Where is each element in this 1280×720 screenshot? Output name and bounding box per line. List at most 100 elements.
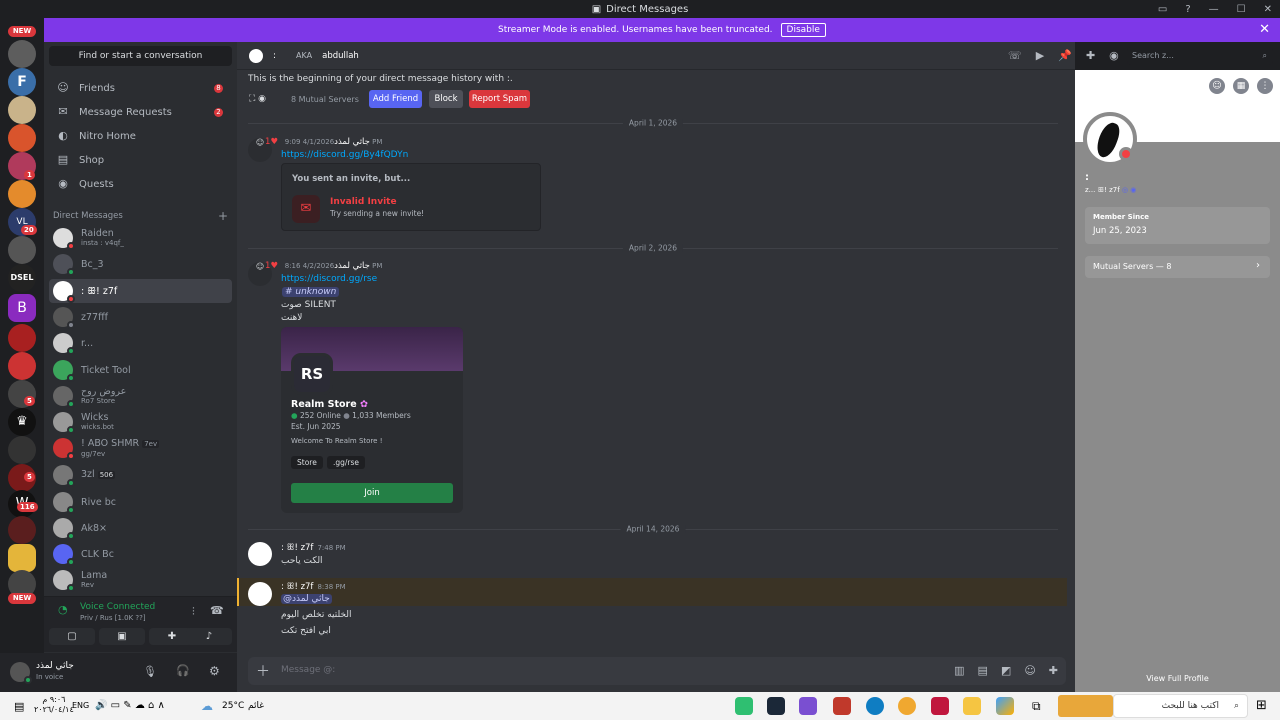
dm-item[interactable]: Bc_3 [49, 252, 232, 276]
pin-icon[interactable]: 📌 [1058, 49, 1072, 62]
dm-item-selected[interactable]: : ꕥ! z7f [49, 279, 232, 303]
server-icon[interactable] [8, 96, 36, 124]
message-author[interactable]: : ꕥ! z7f 8:38 PM [281, 582, 346, 592]
app-taskbar-icon[interactable] [931, 697, 949, 715]
server-icon[interactable] [8, 436, 36, 464]
join-button[interactable]: Join [291, 483, 453, 503]
dm-item[interactable]: Lama Rev [49, 568, 232, 592]
add-friends-dm-icon[interactable]: ✚ [1086, 49, 1095, 62]
copilot-icon[interactable] [996, 697, 1014, 715]
add-friend-button[interactable]: Add Friend [369, 90, 422, 108]
channel-mention[interactable]: # unknown [282, 287, 340, 297]
nav-message-requests[interactable]: ✉ Message Requests 2 [49, 101, 232, 123]
video-call-icon[interactable]: ▶ [1036, 49, 1044, 62]
chrome-taskbar-icon[interactable] [898, 697, 916, 715]
gift-icon[interactable]: ▥ [954, 664, 964, 677]
headphones-icon[interactable]: 🎧 [176, 664, 190, 677]
message-author[interactable]: 1♥ جاثي لمذد4/2/2026 8:16 PM [265, 261, 382, 271]
language-indicator[interactable]: ENG [72, 701, 89, 710]
nav-friends[interactable]: ☺ Friends 8 [49, 77, 232, 99]
invite-link[interactable]: https://discord.gg/By4fQDYn [281, 150, 408, 160]
user-profile-icon[interactable]: ◉ [1109, 49, 1119, 62]
server-icon[interactable]: B [8, 294, 36, 322]
nitro-icon[interactable]: ▦ [1233, 78, 1249, 94]
task-view-icon[interactable]: ⧉ [1032, 699, 1041, 714]
server-icon[interactable]: DSEL [8, 264, 36, 292]
system-tray-icons[interactable]: 🔊 ▭ ✎ ☁ ⌂ ∧ [95, 700, 165, 711]
dm-item[interactable]: CLK Bc [49, 542, 232, 566]
add-friend-icon[interactable]: ☺ [1209, 78, 1225, 94]
block-button[interactable]: Block [429, 90, 463, 108]
dm-item[interactable]: Rive bc [49, 490, 232, 514]
server-icon[interactable]: ♛ [8, 408, 36, 436]
message-avatar[interactable] [248, 582, 272, 606]
dm-item[interactable]: Ticket Tool [49, 358, 232, 382]
soundboard-button[interactable]: ♪ [186, 628, 232, 645]
close-banner-icon[interactable]: ✕ [1259, 22, 1270, 37]
taskbar-search[interactable]: اكتب هنا للبحث ⌕ [1113, 694, 1248, 718]
dm-item[interactable]: Ak8× [49, 516, 232, 540]
weather-temp[interactable]: 25°C [222, 701, 244, 711]
voice-channel[interactable]: Priv / Rus [1.0K ??] [80, 614, 146, 622]
message-composer[interactable]: ＋ Message @: ▥ ▤ ◩ ☺ ✚ [248, 657, 1066, 685]
mic-icon[interactable]: 🎙 [143, 665, 157, 678]
server-icon[interactable] [8, 324, 36, 352]
dm-item[interactable]: ! ABO SHMR 7ev gg/7ev [49, 436, 232, 460]
clock[interactable]: ٩:٠٦ م ٢٠٢٦/٠٤/١٤ [34, 695, 74, 715]
report-spam-button[interactable]: Report Spam [469, 90, 530, 108]
mutual-servers-row[interactable]: Mutual Servers — 8 › [1085, 256, 1270, 278]
chat-search-input[interactable]: Search z... ⌕ [1127, 47, 1273, 65]
message-avatar[interactable] [248, 542, 272, 566]
message-author[interactable]: 1♥ جاثي لمذد4/1/2026 9:09 PM [265, 137, 382, 147]
mutual-servers-link[interactable]: 8 Mutual Servers [291, 95, 359, 104]
dm-item[interactable]: r... [49, 331, 232, 355]
server-icon[interactable]: F [8, 68, 36, 96]
user-mention[interactable]: @جاثي لمذد [281, 594, 332, 604]
invite-link[interactable]: https://discord.gg/rse [281, 274, 377, 284]
discord-taskbar-icon[interactable] [735, 697, 753, 715]
server-icon[interactable] [8, 180, 36, 208]
find-conversation-button[interactable]: Find or start a conversation [49, 46, 232, 66]
search-highlight-image[interactable] [1058, 695, 1113, 717]
dm-item[interactable]: z77fff [49, 305, 232, 329]
notification-icon[interactable]: ▤ [14, 700, 24, 713]
steam-taskbar-icon[interactable] [767, 697, 785, 715]
user-avatar[interactable] [10, 662, 32, 684]
settings-gear-icon[interactable]: ⚙ [209, 664, 220, 678]
apps-icon[interactable]: ✚ [1049, 664, 1058, 677]
dm-item[interactable]: 3zl 506 [49, 463, 232, 487]
server-icon[interactable] [8, 544, 36, 572]
view-full-profile-link[interactable]: View Full Profile [1075, 674, 1280, 683]
video-button[interactable]: ▢ [49, 628, 95, 645]
nav-nitro-home[interactable]: ◐ Nitro Home [49, 125, 232, 147]
nav-quests[interactable]: ◉ Quests [49, 173, 232, 195]
file-explorer-icon[interactable] [963, 697, 981, 715]
server-icon[interactable] [8, 516, 36, 544]
inbox-icon[interactable]: ▭ [1158, 4, 1167, 15]
server-icon[interactable] [8, 124, 36, 152]
server-icon[interactable] [8, 236, 36, 264]
voice-status[interactable]: Voice Connected [80, 602, 155, 612]
help-icon[interactable]: ? [1185, 4, 1190, 15]
screen-share-button[interactable]: ▣ [99, 628, 145, 645]
dm-item[interactable]: Wicks wicks.bot [49, 410, 232, 434]
maximize-button[interactable]: ☐ [1237, 4, 1246, 15]
attach-plus-icon[interactable]: ＋ [256, 661, 270, 681]
message-author[interactable]: : ꕥ! z7f 7:48 PM [281, 543, 346, 553]
sticker-icon[interactable]: ◩ [1001, 664, 1011, 677]
dm-item[interactable]: Raiden insta : v4qf_ [49, 226, 232, 250]
minimize-button[interactable]: — [1209, 4, 1219, 15]
dm-item[interactable]: عروض روح Ro7 Store [49, 384, 232, 408]
disconnect-icon[interactable]: ☎ [210, 604, 224, 617]
disable-streamer-button[interactable]: Disable [780, 23, 826, 37]
voice-call-icon[interactable]: ☏ [1008, 49, 1022, 62]
app-taskbar-icon[interactable] [799, 697, 817, 715]
emoji-icon[interactable]: ☺ [1024, 664, 1035, 677]
noise-suppression-icon[interactable]: ⫶ [192, 605, 195, 619]
edge-taskbar-icon[interactable] [866, 697, 884, 715]
more-options-icon[interactable]: ⋮ [1257, 78, 1273, 94]
close-window-button[interactable]: ✕ [1264, 4, 1272, 15]
server-icon[interactable] [8, 40, 36, 68]
windows-start-icon[interactable]: ⊞ [1256, 698, 1267, 713]
app-taskbar-icon[interactable] [833, 697, 851, 715]
